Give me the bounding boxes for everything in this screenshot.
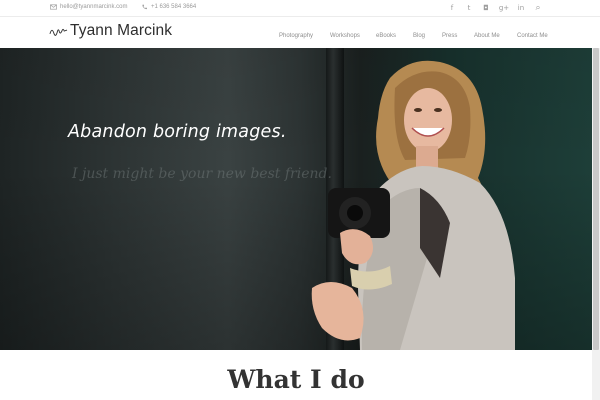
hero-portrait-image: [311, 60, 515, 350]
signature-logo-icon: [49, 28, 68, 36]
scrollbar-thumb[interactable]: [593, 48, 599, 350]
nav-ebooks[interactable]: eBooks: [376, 33, 396, 39]
envelope-icon: [50, 4, 57, 10]
nav-about-me[interactable]: About Me: [474, 33, 500, 39]
nav-contact-me[interactable]: Contact Me: [517, 33, 548, 39]
section-title: What I do: [227, 365, 365, 394]
twitter-icon[interactable]: t: [464, 3, 474, 13]
google-plus-icon[interactable]: g+: [499, 3, 509, 13]
facebook-icon[interactable]: f: [447, 3, 457, 13]
nav-blog[interactable]: Blog: [413, 33, 425, 39]
linkedin-icon[interactable]: in: [516, 3, 526, 13]
top-bar: hello@tyannmarcink.com +1 636 584 3664 f…: [0, 0, 600, 17]
site-header: Tyann Marcink Photography Workshops eBoo…: [0, 17, 600, 48]
hero-tagline: Abandon boring images.: [68, 122, 287, 142]
nav-press[interactable]: Press: [442, 33, 457, 39]
phone-icon: [142, 4, 147, 10]
phone-text: +1 636 584 3664: [151, 4, 197, 10]
contact-email[interactable]: hello@tyannmarcink.com: [50, 4, 127, 10]
email-text: hello@tyannmarcink.com: [60, 4, 128, 10]
contact-phone[interactable]: +1 636 584 3664: [141, 4, 196, 10]
site-logo[interactable]: Tyann Marcink: [49, 22, 172, 40]
hero-subtagline: I just might be your new best friend.: [72, 166, 332, 182]
nav-photography[interactable]: Photography: [279, 33, 313, 39]
logo-text: Tyann Marcink: [70, 22, 173, 39]
nav-workshops[interactable]: Workshops: [330, 33, 360, 39]
instagram-icon[interactable]: ◘: [481, 3, 491, 13]
search-icon[interactable]: ⌕: [533, 3, 543, 13]
